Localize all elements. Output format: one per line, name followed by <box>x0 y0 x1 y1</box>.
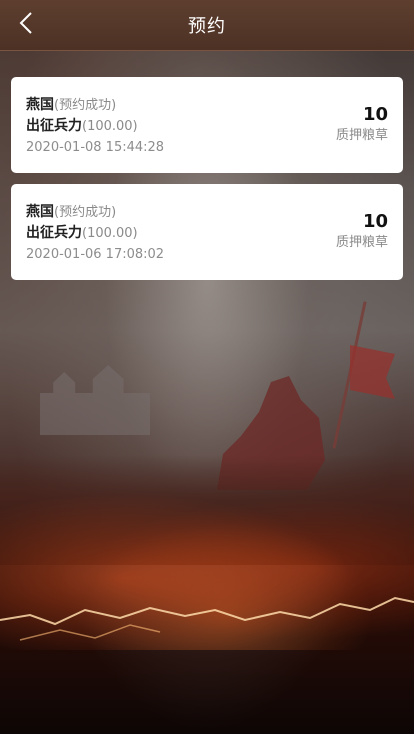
background-lightning <box>0 596 414 641</box>
back-button[interactable] <box>10 9 42 41</box>
force-value: (100.00) <box>82 226 138 241</box>
reservation-card[interactable]: 燕国(预约成功) 出征兵力(100.00) 2020-01-06 17:08:0… <box>11 184 403 280</box>
pledge-amount-block: 10 质押粮草 <box>336 104 388 146</box>
reservation-list: 燕国(预约成功) 出征兵力(100.00) 2020-01-08 15:44:2… <box>11 77 403 291</box>
kingdom-name: 燕国 <box>26 204 54 220</box>
pledge-label: 质押粮草 <box>335 235 388 250</box>
pledge-amount-block: 10 质押粮草 <box>336 211 388 253</box>
pledge-amount: 10 <box>362 104 388 125</box>
force-label: 出征兵力 <box>26 225 82 241</box>
page-title: 预约 <box>188 16 226 37</box>
reservation-time: 2020-01-08 15:44:28 <box>26 140 165 155</box>
reservation-card[interactable]: 燕国(预约成功) 出征兵力(100.00) 2020-01-08 15:44:2… <box>11 77 403 173</box>
reservation-time: 2020-01-06 17:08:02 <box>26 247 165 262</box>
reservation-status: (预约成功) <box>54 98 117 113</box>
chevron-left-icon <box>19 12 33 38</box>
reservation-status: (预约成功) <box>54 205 117 220</box>
force-label: 出征兵力 <box>26 118 82 134</box>
pledge-amount: 10 <box>362 211 388 232</box>
header-bar: 预约 <box>0 0 414 51</box>
kingdom-name: 燕国 <box>26 97 54 113</box>
force-value: (100.00) <box>82 119 138 134</box>
pledge-label: 质押粮草 <box>335 128 388 143</box>
